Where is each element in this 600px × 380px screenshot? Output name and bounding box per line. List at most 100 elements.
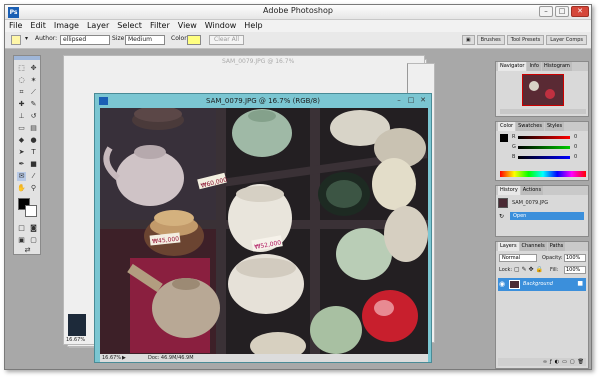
tab-history[interactable]: History bbox=[498, 186, 520, 195]
notes-tool-icon[interactable]: ✉ bbox=[17, 172, 26, 181]
image-canvas[interactable]: ₩60,000 ₩52,000 ₩45,000 bbox=[100, 108, 428, 356]
add-style-icon[interactable]: ƒ bbox=[550, 358, 552, 366]
full-screen-icon[interactable]: ▢ bbox=[29, 236, 38, 245]
layer-row-background[interactable]: ◉ Background ■ bbox=[498, 278, 586, 291]
tab-layers[interactable]: Layers bbox=[498, 242, 519, 251]
history-brush-source-icon[interactable]: ↻ bbox=[499, 213, 504, 220]
menu-layer[interactable]: Layer bbox=[87, 20, 109, 32]
eyedropper-tool-icon[interactable]: ⁄ bbox=[29, 172, 38, 181]
tab-histogram[interactable]: Histogram bbox=[541, 62, 572, 71]
menu-window[interactable]: Window bbox=[205, 20, 237, 32]
gradient-tool-icon[interactable]: ▤ bbox=[29, 124, 38, 133]
doc-close-button[interactable]: ✕ bbox=[418, 96, 428, 105]
menu-select[interactable]: Select bbox=[117, 20, 142, 32]
clone-stamp-tool-icon[interactable]: ⊥ bbox=[17, 112, 26, 121]
green-slider[interactable] bbox=[518, 146, 570, 149]
delete-layer-icon[interactable]: 🗑 bbox=[578, 358, 584, 366]
brush-tool-icon[interactable]: ✎ bbox=[29, 100, 38, 109]
close-button[interactable]: ✕ bbox=[571, 6, 589, 17]
move-tool-icon[interactable]: ✥ bbox=[29, 64, 38, 73]
path-selection-tool-icon[interactable]: ➤ bbox=[17, 148, 26, 157]
link-layers-icon[interactable]: ∞ bbox=[543, 358, 547, 366]
blue-value[interactable]: 0 bbox=[574, 154, 577, 160]
blend-mode-select[interactable]: Normal bbox=[499, 254, 537, 262]
tool-preset-arrow-icon[interactable]: ▾ bbox=[25, 35, 28, 42]
background-color-swatch[interactable] bbox=[25, 205, 37, 217]
jump-to-imageready-icon[interactable]: ⇄ bbox=[23, 246, 32, 255]
tab-info[interactable]: Info bbox=[527, 62, 541, 71]
history-brush-tool-icon[interactable]: ↺ bbox=[29, 112, 38, 121]
fill-field[interactable]: 100% bbox=[564, 266, 586, 274]
red-value[interactable]: 0 bbox=[574, 134, 577, 140]
clear-all-button[interactable]: Clear All bbox=[209, 35, 245, 45]
tab-channels[interactable]: Channels bbox=[519, 242, 547, 251]
menu-image[interactable]: Image bbox=[54, 20, 79, 32]
quick-mask-icon[interactable]: ◙ bbox=[29, 224, 38, 233]
size-select[interactable]: Medium bbox=[125, 35, 165, 45]
layers-panel: Layers Channels Paths Normal Opacity: 10… bbox=[495, 241, 589, 369]
slice-tool-icon[interactable]: ⟋ bbox=[29, 88, 38, 97]
doc-maximize-button[interactable]: □ bbox=[406, 96, 416, 105]
navigator-zoom-slider[interactable] bbox=[500, 109, 586, 114]
menu-edit[interactable]: Edit bbox=[30, 20, 46, 32]
healing-brush-tool-icon[interactable]: ✚ bbox=[17, 100, 26, 109]
layer-visibility-eye-icon[interactable]: ◉ bbox=[499, 280, 505, 288]
add-mask-icon[interactable]: ◐ bbox=[555, 358, 559, 366]
tab-brushes[interactable]: Brushes bbox=[476, 35, 505, 45]
tab-swatches[interactable]: Swatches bbox=[516, 122, 544, 131]
zoom-tool-icon[interactable]: ⚲ bbox=[29, 184, 38, 193]
lasso-tool-icon[interactable]: ◌ bbox=[17, 76, 26, 85]
layers-footer: ∞ ƒ ◐ ▭ ▢ 🗑 bbox=[498, 358, 586, 366]
tools-palette-grip[interactable] bbox=[14, 56, 40, 60]
document-title: SAM_0079.JPG @ 16.7% (RGB/8) bbox=[206, 97, 320, 105]
status-arrow-icon[interactable]: ▶ bbox=[122, 354, 126, 362]
hand-tool-icon[interactable]: ✋ bbox=[17, 184, 26, 193]
magic-wand-tool-icon[interactable]: ✶ bbox=[29, 76, 38, 85]
menu-help[interactable]: Help bbox=[244, 20, 262, 32]
color-panel: Color Swatches Styles R 0 G 0 B 0 bbox=[495, 121, 589, 181]
author-input[interactable]: ellipsed bbox=[60, 35, 110, 45]
type-tool-icon[interactable]: T bbox=[29, 148, 38, 157]
crop-tool-icon[interactable]: ⌗ bbox=[17, 88, 26, 97]
screen-mode-icon[interactable]: ▣ bbox=[17, 236, 26, 245]
opacity-field[interactable]: 100% bbox=[564, 254, 586, 262]
standard-mode-icon[interactable]: □ bbox=[17, 224, 26, 233]
note-color-swatch[interactable] bbox=[187, 35, 201, 45]
tab-navigator[interactable]: Navigator bbox=[498, 62, 527, 71]
minimize-button[interactable]: – bbox=[539, 6, 553, 17]
tab-paths[interactable]: Paths bbox=[547, 242, 566, 251]
red-slider[interactable] bbox=[518, 136, 570, 139]
new-layer-icon[interactable]: ▢ bbox=[570, 358, 575, 366]
green-value[interactable]: 0 bbox=[574, 144, 577, 150]
color-spectrum-bar[interactable] bbox=[500, 171, 586, 177]
document-window[interactable]: SAM_0079.JPG @ 16.7% (RGB/8) – □ ✕ ₩60,0… bbox=[94, 93, 432, 363]
marquee-tool-icon[interactable]: ⬚ bbox=[17, 64, 26, 73]
blue-slider[interactable] bbox=[518, 156, 570, 159]
tab-layer-comps[interactable]: Layer Comps bbox=[546, 35, 587, 45]
channel-b-label: B bbox=[512, 154, 516, 160]
notes-tool-icon[interactable] bbox=[11, 35, 21, 45]
document-zoom-level[interactable]: 16.67% bbox=[102, 354, 121, 362]
document-status-bar: 16.67% ▶ Doc: 46.9M/46.9M bbox=[100, 354, 428, 362]
tab-color[interactable]: Color bbox=[498, 122, 516, 131]
color-foreground-swatch[interactable] bbox=[500, 134, 508, 142]
new-group-icon[interactable]: ▭ bbox=[562, 358, 567, 366]
doc-minimize-button[interactable]: – bbox=[394, 96, 404, 105]
palette-well-icon[interactable]: ▣ bbox=[461, 35, 475, 45]
menu-view[interactable]: View bbox=[178, 20, 197, 32]
tab-actions[interactable]: Actions bbox=[520, 186, 544, 195]
tab-tool-presets[interactable]: Tool Presets bbox=[506, 35, 545, 45]
navigator-thumbnail[interactable] bbox=[522, 74, 564, 106]
eraser-tool-icon[interactable]: ▭ bbox=[17, 124, 26, 133]
menu-file[interactable]: File bbox=[9, 20, 22, 32]
tab-styles[interactable]: Styles bbox=[544, 122, 565, 131]
blur-tool-icon[interactable]: ◆ bbox=[17, 136, 26, 145]
history-snapshot-name[interactable]: SAM_0079.JPG bbox=[512, 200, 548, 206]
lock-icons[interactable]: ▢ ✎ ✥ 🔒 bbox=[514, 266, 543, 273]
menu-filter[interactable]: Filter bbox=[150, 20, 170, 32]
shape-tool-icon[interactable]: ■ bbox=[29, 160, 38, 169]
maximize-button[interactable]: □ bbox=[555, 6, 569, 17]
dodge-tool-icon[interactable]: ● bbox=[29, 136, 38, 145]
history-state-open[interactable]: Open bbox=[510, 212, 584, 220]
pen-tool-icon[interactable]: ✒ bbox=[17, 160, 26, 169]
